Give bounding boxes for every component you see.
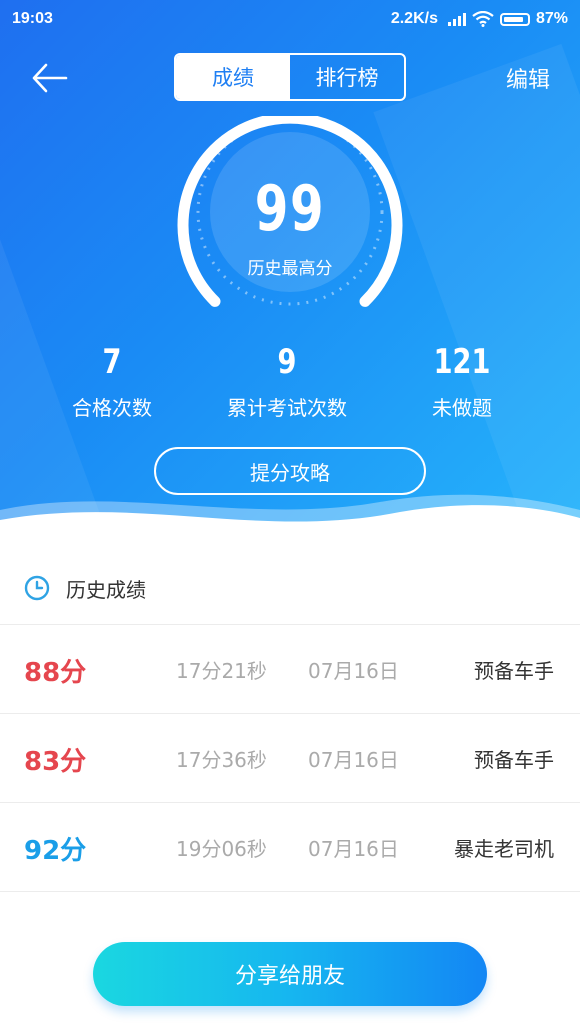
status-time: 19:03	[12, 10, 53, 27]
edit-button[interactable]: 编辑	[506, 62, 550, 94]
stat-passed: 7 合格次数	[22, 342, 202, 421]
row-rank: 预备车手	[474, 659, 554, 683]
row-date: 07月16日	[308, 659, 399, 683]
clock-icon	[24, 575, 50, 601]
row-score: 83分	[24, 747, 87, 777]
history-row[interactable]: 88分 17分21秒 07月16日 预备车手	[0, 625, 580, 714]
stat-total-exams-value: 9	[277, 342, 297, 382]
status-bar: 19:03 2.2K/s 87%	[0, 0, 580, 38]
battery-level: 87%	[535, 10, 568, 27]
battery-icon	[499, 12, 530, 26]
row-duration: 17分21秒	[176, 659, 267, 683]
stat-unanswered: 121 未做题	[372, 342, 552, 421]
stat-passed-label: 合格次数	[72, 396, 152, 420]
tab-leaderboard[interactable]: 排行榜	[290, 55, 404, 99]
history-row[interactable]: 83分 17分36秒 07月16日 预备车手	[0, 714, 580, 803]
stat-unanswered-value: 121	[433, 342, 491, 382]
arrow-left-icon[interactable]	[30, 60, 70, 96]
best-score: 99	[254, 172, 326, 245]
stat-unanswered-label: 未做题	[432, 396, 492, 420]
row-duration: 19分06秒	[176, 837, 267, 861]
stat-passed-value: 7	[102, 342, 122, 382]
stat-total-exams-label: 累计考试次数	[227, 396, 347, 420]
tab-switcher: 成绩 排行榜	[174, 53, 406, 101]
row-date: 07月16日	[308, 748, 399, 772]
best-score-label: 历史最高分	[247, 259, 333, 279]
tab-scores[interactable]: 成绩	[176, 55, 290, 99]
row-date: 07月16日	[308, 837, 399, 861]
row-score: 92分	[24, 836, 87, 866]
background-streak	[0, 107, 158, 540]
history-row[interactable]: 92分 19分06秒 07月16日 暴走老司机	[0, 803, 580, 892]
row-rank: 预备车手	[474, 748, 554, 772]
wave-divider	[0, 494, 580, 550]
network-speed: 2.2K/s	[390, 10, 438, 27]
history-header: 历史成绩	[0, 550, 580, 625]
signal-icon	[447, 13, 466, 26]
row-rank: 暴走老司机	[454, 837, 554, 861]
wifi-icon	[472, 11, 494, 27]
history-title: 历史成绩	[66, 578, 146, 602]
row-score: 88分	[24, 658, 87, 688]
row-duration: 17分36秒	[176, 748, 267, 772]
share-button[interactable]: 分享给朋友	[93, 942, 487, 1006]
stat-total-exams: 9 累计考试次数	[197, 342, 377, 421]
